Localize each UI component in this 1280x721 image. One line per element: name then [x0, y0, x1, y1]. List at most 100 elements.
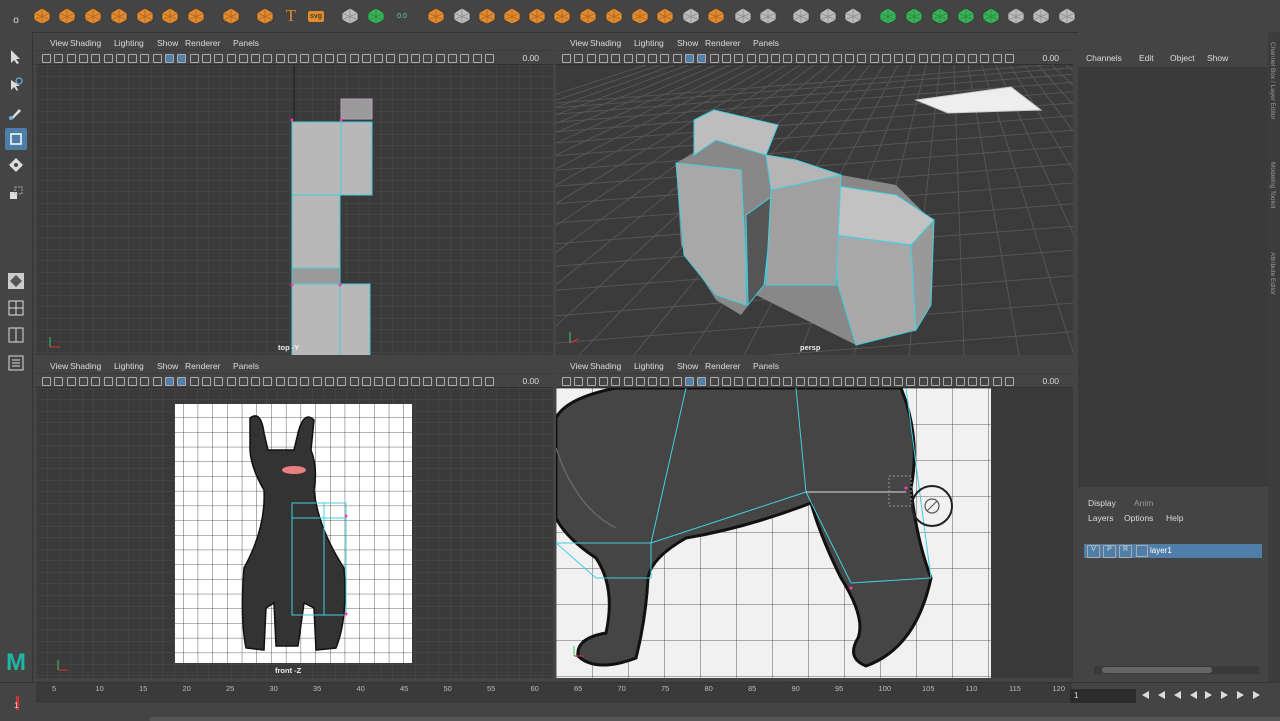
viewport-toolbar-icon[interactable] [312, 54, 322, 63]
cone-icon[interactable] [109, 6, 129, 26]
panel-menu-renderer[interactable]: Renderer [185, 38, 220, 48]
viewport-toolbar-icon[interactable] [201, 54, 211, 63]
svg-icon[interactable]: svg [306, 6, 326, 26]
panel-value[interactable]: 0.00 [1042, 53, 1059, 63]
viewport-toolbar-icon[interactable] [288, 377, 297, 386]
viewport-toolbar-icon[interactable] [967, 377, 977, 386]
uv-layout-icon[interactable] [904, 6, 924, 26]
side-tab[interactable]: Modeling Toolkit [1269, 162, 1276, 209]
viewport-toolbar-icon[interactable] [177, 54, 187, 63]
viewport-toolbar-icon[interactable] [660, 54, 670, 63]
viewport-toolbar-icon[interactable] [758, 377, 768, 386]
viewport-toolbar-icon[interactable] [832, 54, 842, 63]
viewport-toolbar-icon[interactable] [844, 377, 854, 386]
panel-value[interactable]: 0.00 [522, 53, 539, 63]
layer-scroll-thumb[interactable] [1102, 667, 1212, 673]
viewport-toolbar-icon[interactable] [795, 54, 805, 63]
viewport-toolbar-icon[interactable] [783, 54, 793, 63]
layer-scrollbar[interactable] [1094, 666, 1259, 674]
cube-icon[interactable] [57, 6, 77, 26]
mirror-icon[interactable] [706, 6, 726, 26]
panel-menu-show[interactable]: Show [677, 361, 698, 371]
viewport-toolbar-icon[interactable] [820, 54, 830, 63]
viewport-toolbar-icon[interactable] [1004, 377, 1014, 386]
viewport-toolbar-icon[interactable] [562, 54, 571, 63]
panel-menu-panels[interactable]: Panels [753, 38, 779, 48]
viewport-toolbar-icon[interactable] [586, 54, 596, 63]
viewport-toolbar-icon[interactable] [574, 377, 584, 386]
panel-menu-show[interactable]: Show [677, 38, 698, 48]
viewport-toolbar-icon[interactable] [66, 377, 76, 386]
viewport-toolbar-icon[interactable] [189, 377, 199, 386]
panel-value[interactable]: 0.00 [522, 376, 539, 386]
viewport-toolbar-icon[interactable] [881, 377, 891, 386]
viewport-toolbar-icon[interactable] [91, 377, 101, 386]
panel-menu-shading[interactable]: Shading [590, 361, 621, 371]
multicut-icon[interactable] [552, 6, 572, 26]
viewport-toolbar-icon[interactable] [324, 54, 334, 63]
viewport-toolbar-icon[interactable] [349, 377, 359, 386]
step-forward-icon[interactable] [1220, 690, 1230, 700]
single-pane-layout-icon[interactable] [5, 297, 27, 319]
viewport-toolbar-icon[interactable] [251, 54, 261, 63]
viewport-toolbar-icon[interactable] [484, 377, 494, 386]
viewport-toolbar-icon[interactable] [721, 377, 731, 386]
viewport-toolbar-icon[interactable] [484, 54, 494, 63]
viewport-toolbar-icon[interactable] [238, 377, 248, 386]
viewport-toolbar-icon[interactable] [906, 377, 916, 386]
viewport-toolbar-icon[interactable] [423, 377, 433, 386]
panel-menu-panels[interactable]: Panels [233, 361, 259, 371]
viewport-toolbar-icon[interactable] [857, 54, 867, 63]
viewport-toolbar-icon[interactable] [349, 54, 359, 63]
viewport-toolbar-icon[interactable] [128, 54, 138, 63]
viewport-toolbar-icon[interactable] [795, 377, 805, 386]
viewport-toolbar-icon[interactable] [140, 377, 150, 386]
panel-menu-show[interactable]: Show [157, 38, 178, 48]
viewport-toolbar-icon[interactable] [263, 377, 273, 386]
checker-icon[interactable] [1006, 6, 1026, 26]
viewport-toolbar-icon[interactable] [881, 54, 891, 63]
viewport-toolbar-icon[interactable] [672, 377, 682, 386]
viewport-toolbar-icon[interactable] [746, 54, 756, 63]
camera-icon[interactable] [366, 6, 386, 26]
viewport-toolbar-icon[interactable] [300, 377, 310, 386]
viewport-toolbar-icon[interactable] [685, 377, 694, 386]
layer-tab-display[interactable]: Display [1088, 498, 1116, 508]
viewport-toolbar-icon[interactable] [808, 54, 817, 63]
viewport-toolbar-icon[interactable] [894, 54, 904, 63]
viewport-toolbar-icon[interactable] [648, 377, 658, 386]
viewport-toolbar-icon[interactable] [460, 54, 470, 63]
close-icon[interactable] [1057, 6, 1077, 26]
viewport-toolbar-icon[interactable] [152, 377, 162, 386]
viewport-toolbar-icon[interactable] [152, 54, 162, 63]
square-poly-icon[interactable] [452, 6, 472, 26]
range-slider[interactable] [150, 717, 1280, 721]
smooth-icon[interactable] [681, 6, 701, 26]
viewport-toolbar-icon[interactable] [586, 377, 596, 386]
viewport-toolbar-icon[interactable] [611, 54, 621, 63]
lasso-tool-icon[interactable] [5, 74, 27, 96]
viewport-toolbar-icon[interactable] [103, 54, 113, 63]
viewport-toolbar-icon[interactable] [115, 377, 125, 386]
viewport-toolbar-icon[interactable] [869, 54, 879, 63]
play-back-icon[interactable] [1188, 690, 1198, 700]
panel-menu-lighting[interactable]: Lighting [114, 38, 144, 48]
select-tool-icon[interactable] [5, 46, 27, 68]
viewport-toolbar-icon[interactable] [226, 377, 236, 386]
viewport-toolbar-icon[interactable] [660, 377, 670, 386]
panel-menu-lighting[interactable]: Lighting [634, 38, 664, 48]
text-icon[interactable]: T [281, 6, 301, 26]
frame-field[interactable]: 1 [1070, 689, 1136, 703]
extrude-icon[interactable] [502, 6, 522, 26]
outliner-layout-icon[interactable] [5, 352, 27, 374]
panel-menu-view[interactable]: View [570, 38, 588, 48]
side-tab[interactable]: Channel Box / Layer Editor [1269, 42, 1276, 120]
viewport-toolbar-icon[interactable] [992, 54, 1002, 63]
viewport-toolbar-icon[interactable] [288, 54, 297, 63]
triangulate-icon[interactable] [733, 6, 753, 26]
layer-menu-help[interactable]: Help [1166, 513, 1183, 523]
duplicate-icon[interactable] [843, 6, 863, 26]
cross-icon[interactable] [1031, 6, 1051, 26]
panel-menu-shading[interactable]: Shading [70, 361, 101, 371]
viewport-toolbar-icon[interactable] [709, 377, 719, 386]
